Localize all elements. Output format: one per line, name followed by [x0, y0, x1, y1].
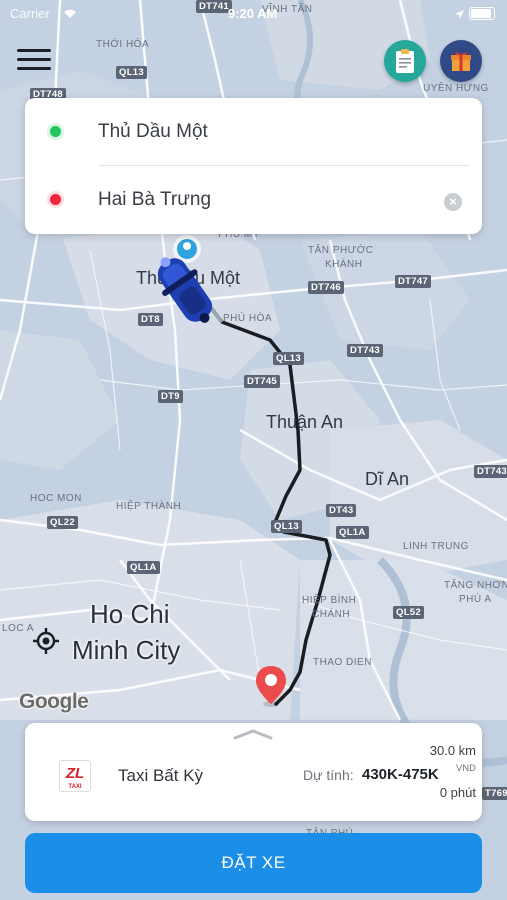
map-label-loc-a: LOC A [2, 623, 34, 634]
trip-distance: 30.0 km [429, 743, 476, 758]
road-shield-ql13-mid: QL13 [273, 352, 304, 365]
road-shield-ql52: QL52 [393, 606, 424, 619]
map-label-tan-phuoc-2: KHÁNH [325, 259, 363, 270]
sheet-handle-chevron-icon[interactable] [233, 727, 273, 740]
road-shield-dt743: DT743 [347, 344, 384, 357]
map-label-hiep-binh-1: HIỆP BÌNH [302, 595, 357, 606]
hamburger-menu-icon[interactable] [17, 49, 51, 73]
trip-duration: 0 phút [439, 785, 476, 800]
map-label-thao-dien: THAO DIEN [313, 657, 372, 668]
wifi-icon [62, 7, 78, 22]
taxi-logo: ZL TAXI [59, 760, 91, 792]
road-shield-ql1a-a: QL1A [336, 526, 369, 539]
pickup-address: Thủ Dầu Một [98, 121, 208, 142]
map-label-tang-nhon-2: PHÚ A [459, 594, 492, 605]
map-label-phu-hoa: PHÚ HÒA [223, 313, 273, 324]
destination-address: Hai Bà Trưng [98, 189, 212, 210]
book-ride-button[interactable]: ĐẶT XE [25, 833, 482, 893]
road-shield-ql22: QL22 [47, 516, 78, 529]
map-label-hiep-binh-2: CHÁNH [312, 609, 351, 620]
my-location-icon[interactable] [32, 627, 60, 655]
location-arrow-icon [454, 8, 465, 23]
road-shield-dt43: DT43 [326, 504, 357, 517]
destination-dot [50, 194, 61, 205]
map-label-hoc-mon: HOC MON [30, 493, 82, 504]
road-shield-dt747: DT747 [395, 275, 432, 288]
estimate-label: Dự tính: [303, 767, 354, 783]
address-card: Thủ Dầu Một Hai Bà Trưng × [25, 98, 482, 234]
road-shield-t769: T769 [482, 787, 507, 800]
clear-destination-button[interactable]: × [444, 193, 462, 211]
map-city-hcmc-line1: Ho Chi [90, 599, 170, 629]
road-shield-dt745: DT745 [244, 375, 281, 388]
map-label-hiep-thanh: HIỆP THÀNH [116, 501, 182, 512]
pickup-row[interactable]: Thủ Dầu Một [25, 98, 482, 164]
currency-label: VND [455, 763, 476, 774]
pickup-dot [50, 126, 61, 137]
map-city-hcmc-line2: Minh City [72, 635, 181, 665]
map-label-linh-trung: LINH TRUNG [403, 541, 469, 552]
road-shield-dt743-right: DT743 [474, 465, 507, 478]
status-bar: Carrier 9:20 AM [0, 4, 507, 24]
road-shield-ql13-low: QL13 [271, 520, 302, 533]
map-city-thuan-an: Thuận An [266, 412, 344, 432]
road-shield-dt746: DT746 [308, 281, 345, 294]
map-label-thoi-hoa: THỚI HÒA [96, 39, 150, 50]
battery-icon [469, 7, 495, 20]
destination-pin-icon[interactable] [254, 664, 288, 708]
svg-text:ZL: ZL [65, 765, 84, 782]
road-shield-ql1a-b: QL1A [127, 561, 160, 574]
clipboard-icon[interactable] [384, 40, 426, 82]
service-name: Taxi Bất Kỳ [118, 766, 204, 785]
status-time: 9:20 AM [228, 6, 278, 21]
map-city-di-an: Dĩ An [365, 469, 410, 489]
map-label-tang-nhon-1: TĂNG NHƠN [444, 580, 507, 591]
road-shield-ql13-top: QL13 [116, 66, 147, 79]
map-label-tan-phuoc-1: TÂN PHƯỚC [308, 245, 374, 256]
destination-row[interactable]: Hai Bà Trưng [25, 166, 482, 232]
estimate-value: 430K-475K [362, 766, 439, 783]
taxi-logo-text: TAXI [68, 784, 82, 790]
google-watermark: Google [19, 690, 89, 713]
road-shield-dt9: DT9 [158, 390, 183, 403]
motorbike-icon [146, 250, 224, 330]
gift-icon[interactable] [440, 40, 482, 82]
status-carrier: Carrier [10, 6, 50, 21]
map-label-uyen-hung: UYÊN HƯNG [423, 83, 489, 94]
